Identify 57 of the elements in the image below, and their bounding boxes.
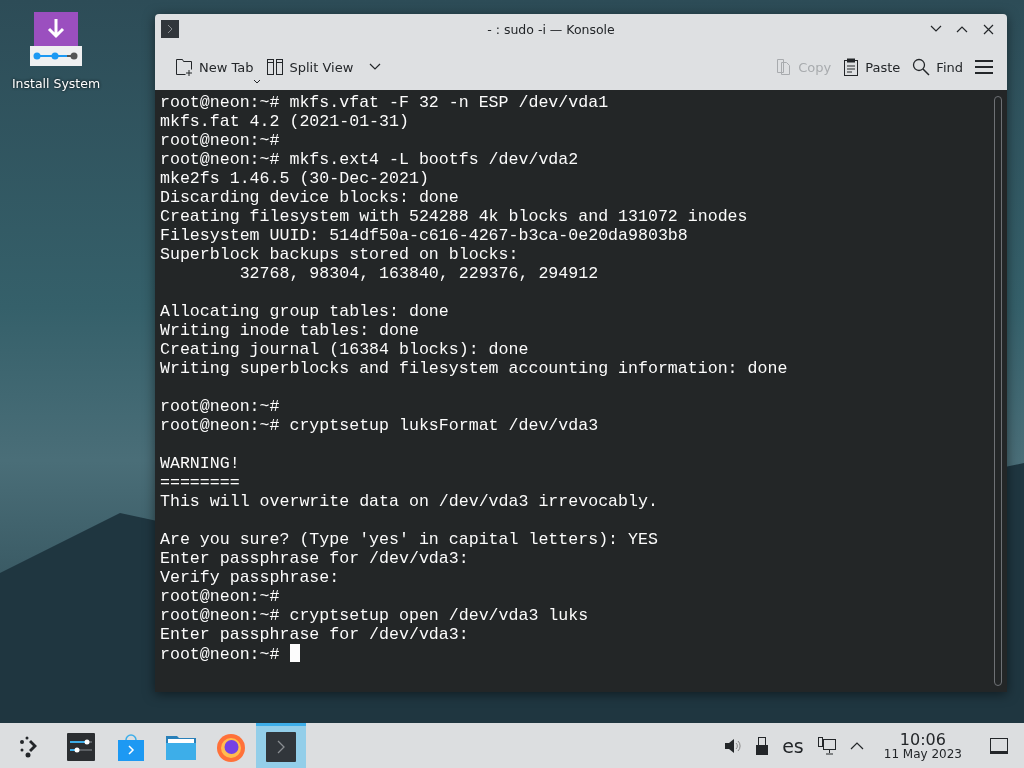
terminal-line: WARNING! [160, 454, 240, 473]
usb-drive-icon[interactable] [756, 736, 769, 755]
copy-icon [776, 58, 793, 76]
terminal-line: root@neon:~# cryptsetup luksFormat /dev/vda3 [160, 416, 599, 435]
terminal-prompt: root@neon:~# [160, 645, 280, 664]
menu-icon [975, 60, 993, 74]
sliders-icon[interactable] [67, 733, 95, 761]
terminal-line: Creating journal (16384 blocks): done [160, 340, 529, 359]
terminal-line: Filesystem UUID: 514df50a-c616-4267-b3ca-0e20da9803b8 [160, 226, 688, 245]
search-icon [912, 58, 931, 76]
terminal-line: This will overwrite data on /dev/vda3 irrevocably. [160, 492, 658, 511]
close-icon [982, 23, 994, 35]
split-view-icon [265, 58, 284, 76]
terminal-line: Enter passphrase for /dev/vda3: [160, 549, 469, 568]
terminal-line: root@neon:~# [160, 397, 280, 416]
terminal-line: Creating filesystem with 524288 4k blocks and 131072 inodes [160, 207, 748, 226]
clock-date[interactable]: 11 May 2023 [883, 747, 962, 760]
desktop-icon-label[interactable]: Install System [11, 76, 101, 91]
terminal-line: Are you sure? (Type 'yes' in capital letters): YES [160, 530, 658, 549]
show-desktop-icon[interactable] [990, 737, 1008, 754]
terminal-line: root@neon:~# [160, 131, 280, 150]
terminal-line: root@neon:~# mkfs.vfat -F 32 -n ESP /dev/vda1 [160, 93, 609, 112]
clock-time[interactable]: 10:06 [899, 731, 946, 748]
terminal-line: Writing superblocks and filesystem accounting information: done [160, 359, 788, 378]
speaker-icon[interactable] [724, 737, 743, 754]
folder-icon[interactable] [166, 734, 196, 760]
terminal-line: root@neon:~# cryptsetup open /dev/vda3 luks [160, 606, 589, 625]
toolbar-button[interactable]: Split View [261, 54, 386, 80]
chevron-up-icon[interactable] [849, 741, 864, 750]
terminal-icon [161, 20, 179, 38]
terminal-line: root@neon:~# mkfs.ext4 -L bootfs /dev/vda2 [160, 150, 579, 169]
text-cursor [289, 644, 300, 662]
caret-icon [253, 79, 261, 84]
keyboard-layout[interactable]: es [782, 734, 804, 757]
chevron-down-icon [930, 25, 942, 33]
taskbar-app[interactable] [256, 723, 306, 768]
terminal-line: Allocating group tables: done [160, 302, 449, 321]
chevron-up-icon [956, 25, 968, 33]
new-tab-icon [175, 58, 193, 76]
window-title: - : sudo -i — Konsole [486, 21, 616, 37]
terminal-line: 32768, 98304, 163840, 229376, 294912 [238, 264, 599, 283]
terminal-line: Writing inode tables: done [160, 321, 419, 340]
clipboard-icon [843, 58, 860, 76]
terminal-line: mkfs.fat 4.2 (2021-01-31) [160, 112, 409, 131]
toolbar-button[interactable]: Paste [839, 54, 905, 80]
terminal-line: Verify passphrase: [160, 568, 340, 587]
terminal-line: ======== [160, 473, 240, 492]
network-icon[interactable] [817, 736, 836, 755]
terminal-line: Discarding device blocks: done [160, 188, 459, 207]
caret-icon [369, 63, 382, 71]
terminal-line: Superblock backups stored on blocks: [160, 245, 519, 264]
toolbar-button[interactable]: Find [908, 54, 967, 80]
toolbar-button[interactable]: New Tab [171, 54, 258, 80]
terminal-line: Enter passphrase for /dev/vda3: [160, 625, 469, 644]
terminal-line: root@neon:~# [160, 587, 280, 606]
terminal-line: mke2fs 1.46.5 (30-Dec-2021) [160, 169, 429, 188]
browser-icon[interactable] [215, 731, 247, 763]
